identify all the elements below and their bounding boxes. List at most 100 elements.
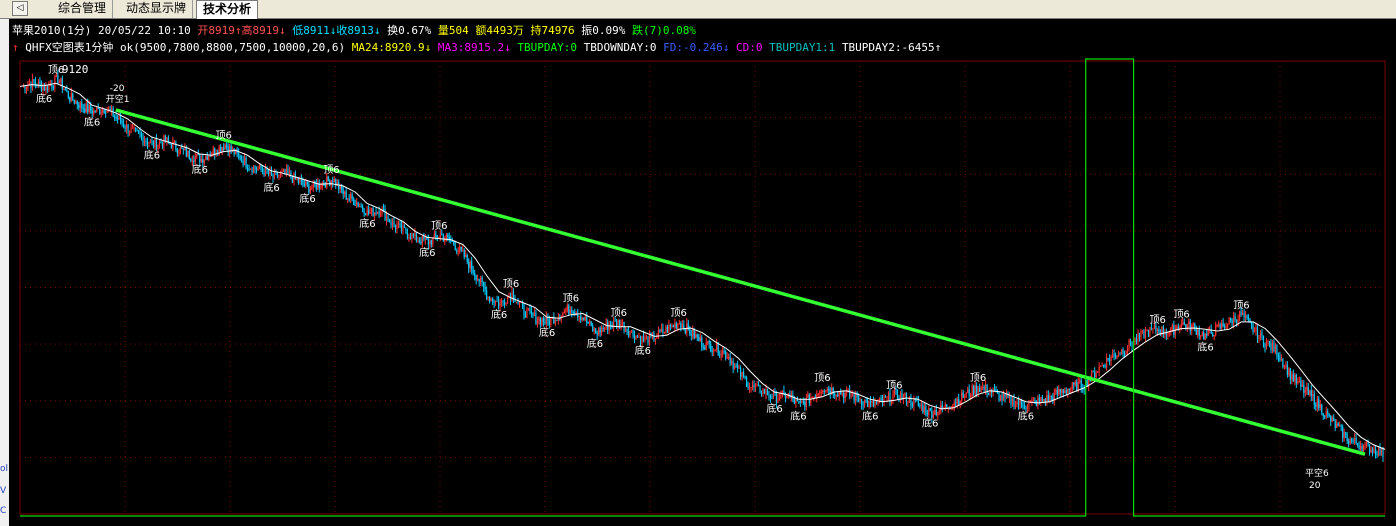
candle-body [1238, 311, 1241, 320]
candle-body [142, 136, 144, 144]
close-short-label: 平空6 [1305, 467, 1329, 479]
candle-body [99, 108, 101, 114]
candle-body [1123, 353, 1126, 355]
candle-body [306, 181, 308, 185]
candle-body [244, 157, 246, 166]
candle-body [1327, 411, 1329, 414]
candle-body [284, 169, 286, 173]
candle-body [257, 168, 259, 170]
candle-body [875, 402, 878, 404]
candle-body [529, 308, 531, 311]
candle-body [1010, 395, 1012, 405]
candle-body [384, 209, 386, 221]
candle-body [497, 301, 500, 306]
candle-body [665, 326, 667, 333]
candle-body [1150, 327, 1153, 330]
candle-body [269, 170, 271, 175]
candle-body [932, 414, 934, 418]
signal-marker: 底6 [539, 326, 555, 339]
candle-body [255, 168, 258, 170]
candle-body [732, 361, 734, 369]
candle-body [51, 84, 53, 88]
candle-body [1342, 426, 1344, 438]
indicator-name[interactable]: QHFX空图表1分钟 [25, 41, 113, 54]
candle-body [264, 168, 267, 176]
candle-body [941, 404, 943, 409]
candle-body [1301, 384, 1303, 387]
candle-body [1371, 448, 1374, 453]
candle-body [1198, 329, 1200, 336]
arrow-up-icon: ↑ [12, 41, 19, 54]
candle-body [937, 412, 939, 415]
open-short-label: 开空1 [106, 93, 130, 105]
candle-body [356, 202, 358, 206]
candle-body [387, 216, 389, 222]
signal-marker: 底6 [1018, 409, 1034, 422]
candle-body [76, 101, 78, 105]
candle-body [93, 110, 95, 114]
candle-body [742, 372, 745, 377]
candle-body [1367, 442, 1369, 445]
price-chart[interactable]: 底6 顶6 底6 底6 底6 顶6 底6 底6 顶6 底6 底6 顶6 底6 顶6 底6 顶6 底6 顶6 底6 顶6… [9, 19, 1396, 526]
candle-body [1351, 439, 1353, 441]
candle-body [1203, 332, 1205, 340]
candle-body [124, 126, 126, 129]
candle-body [647, 336, 649, 344]
candle-body [158, 141, 161, 145]
candle-body [737, 365, 739, 369]
candle-body [1201, 332, 1203, 336]
candle-body [913, 398, 915, 406]
candle-body [151, 140, 153, 142]
tab-dynamic-board[interactable]: 动态显示牌 [120, 0, 194, 18]
candle-body [112, 108, 114, 117]
tab-technical-analysis[interactable]: 技术分析 [196, 0, 259, 19]
candle-body [668, 325, 670, 333]
signal-marker: 顶6 [1173, 309, 1189, 321]
candle-body [1204, 333, 1206, 340]
candle-body [707, 341, 709, 343]
candle-body [1016, 401, 1018, 404]
candle-body [772, 392, 775, 399]
candle-body [584, 316, 586, 321]
candle-body [515, 301, 518, 303]
candle-body [1247, 318, 1250, 320]
candle-body [987, 393, 990, 395]
candle-body [644, 337, 646, 341]
candle-body [677, 323, 679, 329]
candle-body [587, 322, 589, 324]
candle-body [1377, 448, 1380, 456]
candle-body [1328, 413, 1330, 416]
candle-body [273, 171, 276, 178]
candle-body [1137, 333, 1139, 343]
candle-body [291, 177, 294, 183]
candle-body [1219, 324, 1221, 329]
tab-scroll-left-button[interactable]: ◁ [12, 1, 28, 16]
candle-body [1182, 322, 1184, 324]
candle-body [669, 325, 671, 327]
candle-body [391, 221, 394, 226]
tab-comprehensive-management[interactable]: 综合管理 [52, 0, 114, 18]
candle-body [1109, 359, 1111, 361]
candle-body [642, 336, 645, 341]
candle-body [1364, 443, 1366, 446]
candle-body [248, 169, 250, 171]
candle-body [106, 110, 108, 114]
candle-body [405, 228, 407, 234]
candle-body [1288, 368, 1290, 376]
candle-body [872, 400, 875, 406]
candle-body [1376, 454, 1378, 456]
candle-body [378, 211, 380, 216]
candle-body [426, 238, 428, 240]
left-panel-edge: ol V C [0, 19, 9, 526]
candle-body [1276, 345, 1278, 356]
candle-body [399, 223, 401, 225]
candle-body [505, 303, 507, 305]
candle-body [887, 392, 890, 397]
candle-body [714, 349, 716, 351]
candle-body [934, 409, 936, 415]
candle-body [1382, 448, 1384, 458]
candle-body [1113, 354, 1115, 356]
candle-body [1373, 448, 1375, 453]
candle-body [1237, 319, 1239, 323]
indicator-value: TBDOWNDAY:0 [583, 41, 664, 54]
